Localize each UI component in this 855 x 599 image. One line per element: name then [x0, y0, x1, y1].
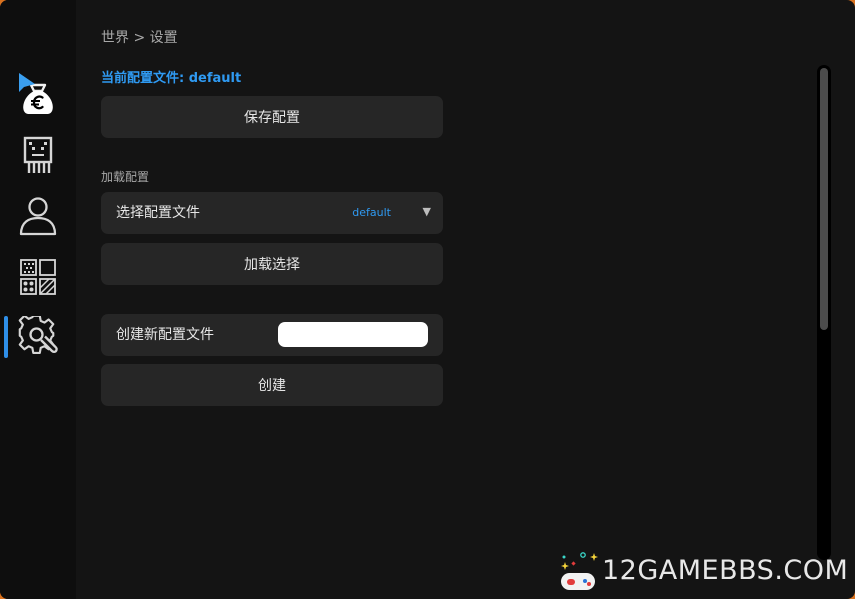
- sidebar-item-player[interactable]: [0, 188, 76, 244]
- modules-grid-icon: [20, 259, 56, 295]
- current-profile-label: 当前配置文件: default: [101, 71, 242, 86]
- profile-select-label: 选择配置文件: [116, 205, 200, 221]
- breadcrumb: 世界 > 设置: [101, 30, 178, 46]
- gear-icon: [18, 316, 58, 355]
- mouse-cursor-icon: [19, 73, 35, 92]
- user-icon: [19, 197, 57, 236]
- profile-select[interactable]: 选择配置文件 default ▼: [101, 192, 443, 234]
- scrollbar-thumb[interactable]: [820, 68, 828, 330]
- load-selection-button[interactable]: 加载选择: [101, 243, 443, 285]
- sidebar-item-robot[interactable]: [0, 128, 76, 184]
- dropdown-arrow-icon: ▼: [422, 205, 431, 218]
- save-config-button[interactable]: 保存配置: [101, 96, 443, 138]
- load-section-label: 加载配置: [101, 170, 150, 184]
- sidebar-item-modules[interactable]: [0, 249, 76, 305]
- gamepad-icon: [561, 552, 598, 590]
- scrollbar-track[interactable]: [817, 65, 831, 560]
- sidebar-item-settings[interactable]: [0, 309, 76, 365]
- watermark: 12GAMEBBS.COM: [558, 548, 848, 594]
- watermark-text: 12GAMEBBS.COM: [602, 555, 849, 586]
- sidebar-item-economy[interactable]: [0, 66, 76, 122]
- create-button[interactable]: 创建: [101, 364, 443, 406]
- sidebar: [0, 0, 76, 599]
- settings-window: 世界 > 设置 当前配置文件: default 保存配置 加载配置 选择配置文件…: [0, 0, 855, 599]
- new-profile-name-input[interactable]: [278, 322, 428, 347]
- robot-icon: [23, 136, 53, 173]
- create-profile-label: 创建新配置文件: [116, 327, 214, 343]
- create-profile-row: 创建新配置文件: [101, 314, 443, 356]
- profile-select-value: default: [352, 206, 391, 219]
